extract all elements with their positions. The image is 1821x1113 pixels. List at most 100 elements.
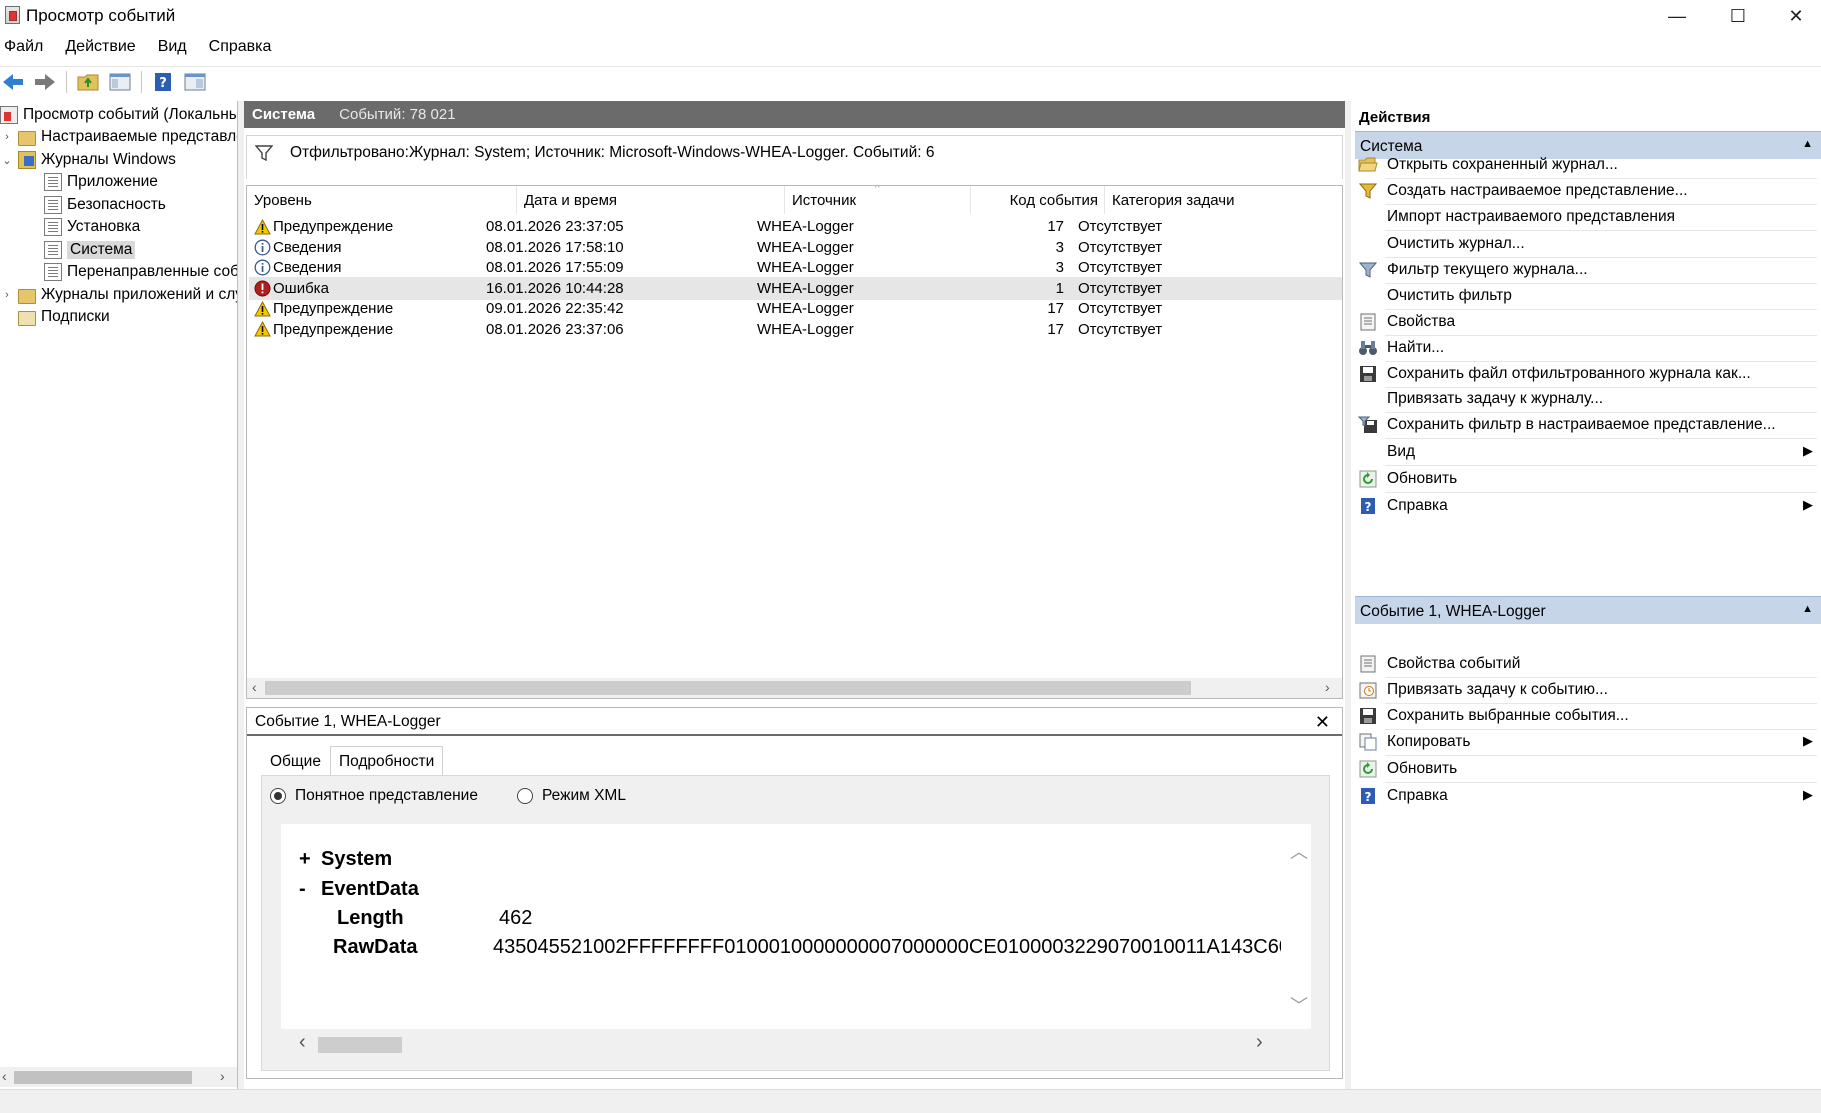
action-item-section1_items-3[interactable]: Очистить журнал... [1355,231,1821,257]
action-label: Справка [1387,787,1448,804]
action-item-section1_items-4[interactable]: Фильтр текущего журнала... [1355,257,1821,283]
close-icon[interactable]: ✕ [1315,712,1330,733]
expand-chevron-icon[interactable]: › [0,131,14,143]
column-source[interactable]: ^ Источник [785,186,971,214]
tree-item-security[interactable]: Безопасность [44,194,166,216]
scroll-right-icon[interactable]: › [1256,1031,1263,1054]
scroll-left-icon[interactable]: ‹ [252,679,257,695]
action-item-section1_items-10[interactable]: Сохранить фильтр в настраиваемое предста… [1355,412,1821,438]
collapse-caret-icon[interactable]: ▲ [1802,603,1813,615]
column-event-id[interactable]: Код события [971,186,1105,214]
folder-up-icon[interactable] [75,69,101,95]
action-item-section2_items-1[interactable]: Привязать задачу к событию... [1355,677,1821,703]
tree-item-event-viewer-root[interactable]: Просмотр событий (Локальный [0,104,237,126]
tab-general[interactable]: Общие [261,746,330,775]
scroll-thumb[interactable] [14,1071,192,1084]
cell-datetime: 08.01.2026 17:58:10 [486,238,624,256]
friendly-view-option[interactable]: Понятное представление [270,787,478,805]
blank-icon [1355,389,1381,409]
scroll-down-icon[interactable]: ﹀ [1290,992,1308,1018]
menu-file[interactable]: Файл [0,38,53,62]
action-item-section1_items-12[interactable]: Обновить [1355,466,1821,492]
cell-task-category: Отсутствует [1078,259,1163,276]
save-icon [1355,706,1381,726]
menu-help[interactable]: Справка [205,38,282,62]
column-task-category[interactable]: Категория задачи [1105,186,1342,214]
action-item-section1_items-6[interactable]: Свойства [1355,309,1821,335]
action-item-section1_items-2[interactable]: Импорт настраиваемого представления [1355,204,1821,230]
action-item-section1_items-0[interactable]: Открыть сохраненный журнал... [1355,152,1821,178]
action-label: Свойства [1387,313,1456,330]
action-item-section1_items-5[interactable]: Очистить фильтр [1355,283,1821,309]
svg-text:?: ? [1365,790,1372,804]
xml-view-option[interactable]: Режим XML [517,787,626,805]
help-toolbar-icon[interactable]: ? [150,69,176,95]
action-item-section1_items-9[interactable]: Привязать задачу к журналу... [1355,386,1821,412]
folder-icon [18,288,36,304]
eventdata-node-label[interactable]: EventData [321,878,419,901]
system-node-label[interactable]: System [321,848,392,871]
column-datetime[interactable]: Дата и время [517,186,785,214]
action-item-section2_items-3[interactable]: Копировать ▶ [1355,729,1821,755]
tree-item-setup[interactable]: Установка [44,216,140,238]
show-hide-action-pane-icon[interactable] [182,69,208,95]
event-viewer-icon [0,106,18,124]
tree-item-custom-views[interactable]: › Настраиваемые представлен [0,126,237,148]
friendly-view-label: Понятное представление [295,787,478,804]
level-text: Ошибка [273,279,329,297]
scroll-left-icon[interactable]: ‹ [299,1031,306,1054]
eventdata-collapse-toggle[interactable]: - [299,878,306,901]
action-item-section1_items-13[interactable]: ? Справка ▶ [1355,493,1821,519]
warning-icon [253,300,271,318]
event-data-horizontal-scrollbar[interactable]: ‹ › [281,1031,1311,1055]
action-item-section2_items-5[interactable]: ? Справка ▶ [1355,783,1821,809]
collapse-chevron-icon[interactable]: ⌄ [0,154,14,167]
level-text: Предупреждение [273,300,394,317]
expand-chevron-icon[interactable]: › [0,289,14,301]
column-level[interactable]: Уровень [247,186,517,214]
tree-item-app-service-logs[interactable]: › Журналы приложений и слу [0,284,237,306]
maximize-button[interactable]: ☐ [1709,0,1767,33]
tree-item-subscriptions[interactable]: Подписки [18,306,110,328]
back-arrow-icon[interactable] [0,69,26,95]
scroll-thumb[interactable] [318,1037,402,1053]
tree-item-application[interactable]: Приложение [44,171,158,193]
left-splitter[interactable] [238,101,244,1089]
events-horizontal-scrollbar[interactable]: ‹ › [247,678,1342,698]
minimize-button[interactable]: — [1648,0,1706,33]
system-expand-toggle[interactable]: + [299,848,311,871]
action-item-section1_items-8[interactable]: Сохранить файл отфильтрованного журнала … [1355,361,1821,387]
scroll-thumb[interactable] [265,681,1191,695]
scroll-right-icon[interactable]: › [1325,679,1330,695]
scroll-left-icon[interactable]: ‹ [2,1068,7,1084]
radio-selected-icon[interactable] [270,788,286,804]
tree-horizontal-scrollbar[interactable]: ‹ › [0,1067,237,1087]
scroll-up-icon[interactable]: ︿ [1290,838,1308,864]
action-item-section2_items-4[interactable]: Обновить [1355,756,1821,782]
collapse-caret-icon[interactable]: ▲ [1802,138,1813,150]
tree-item-forwarded-events[interactable]: Перенаправленные собы [44,261,237,283]
actions-section-event[interactable]: Событие 1, WHEA-Logger ▲ [1355,596,1821,624]
tree-item-system[interactable]: Система [44,239,136,261]
filter-info-bar: Отфильтровано:Журнал: System; Источник: … [246,135,1343,179]
menu-action[interactable]: Действие [61,38,145,62]
refresh-icon [1355,469,1381,489]
table-row[interactable]: Предупреждение 08.01.2026 23:37:06 WHEA-Lo… [249,318,1342,341]
tab-details[interactable]: Подробности [329,746,444,775]
submenu-arrow-icon: ▶ [1803,497,1813,512]
tree-item-label: Журналы Windows [41,151,176,168]
tree-item-windows-logs[interactable]: ⌄ Журналы Windows [0,149,176,171]
forward-arrow-icon[interactable] [32,69,58,95]
menu-view[interactable]: Вид [154,38,197,62]
rawdata-value: 435045521002FFFFFFFF01000100000000070000… [493,936,1281,958]
action-item-section1_items-1[interactable]: Создать настраиваемое представление... [1355,178,1821,204]
show-hide-console-tree-icon[interactable] [107,69,133,95]
action-item-section2_items-2[interactable]: Сохранить выбранные события... [1355,703,1821,729]
action-item-section1_items-7[interactable]: Найти... [1355,335,1821,361]
scroll-right-icon[interactable]: › [220,1068,225,1084]
cell-level: Сведения [249,238,482,256]
action-item-section1_items-11[interactable]: Вид ▶ [1355,439,1821,465]
radio-unselected-icon[interactable] [517,788,533,804]
close-button[interactable]: ✕ [1767,0,1821,33]
action-item-section2_items-0[interactable]: Свойства событий [1355,651,1821,677]
